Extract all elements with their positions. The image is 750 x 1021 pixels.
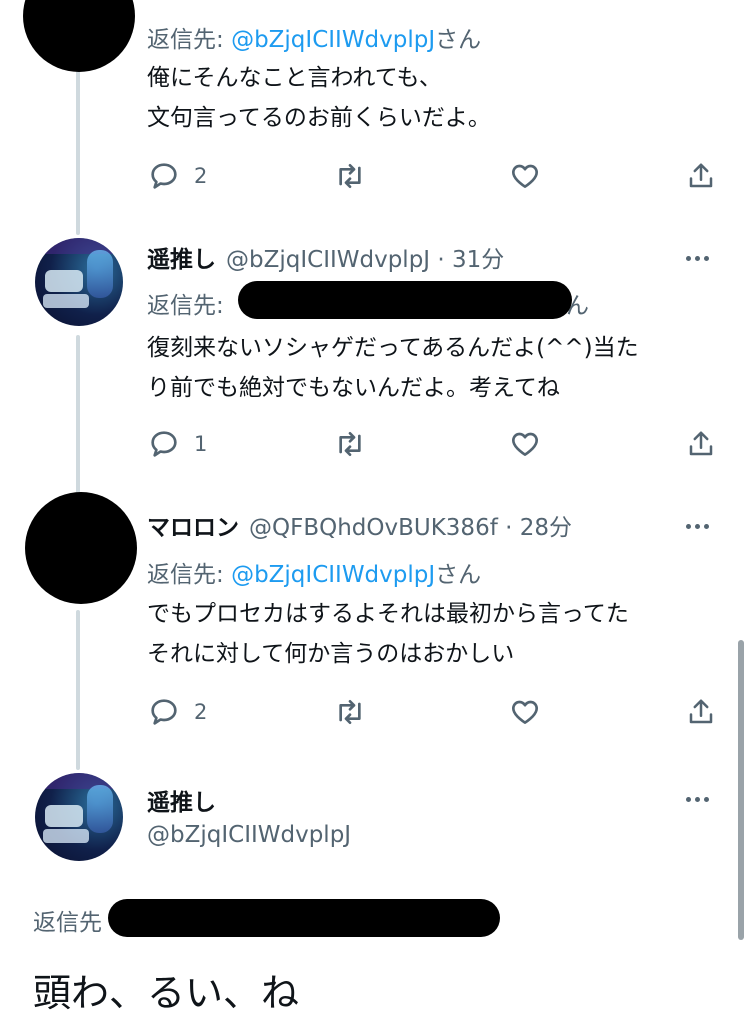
tweet-header: 遥推し @bZjqICIIWdvplpJ · 31分 [147,240,504,274]
retweet-button[interactable] [332,160,368,192]
more-dots-icon[interactable] [686,256,709,261]
share-icon [686,696,716,728]
share-button[interactable] [686,160,716,192]
avatar[interactable] [35,773,123,861]
more-dots-icon[interactable] [686,797,709,802]
handle-time[interactable]: @QFBQhdOvBUK386f · 28分 [249,508,572,542]
tweet-header: マロロン @QFBQhdOvBUK386f · 28分 [147,508,572,542]
reply-mention-link[interactable]: @bZjqICIIWdvplpJ [231,27,435,53]
scrollbar[interactable] [738,640,744,940]
reply-count: 2 [194,700,208,724]
reply-button[interactable]: 2 [148,160,207,192]
heart-icon [509,696,541,728]
display-name[interactable]: マロロン [147,508,239,542]
redaction-bar [238,281,572,319]
retweet-button[interactable] [332,696,368,728]
more-dots-icon[interactable] [686,524,709,529]
reply-to-label: 返信先 [33,910,102,936]
display-name[interactable]: 遥推し [147,240,216,274]
reply-to-label: 返信先: [147,27,224,53]
reply-button[interactable]: 1 [148,428,207,460]
reply-to-label: 返信先: [147,293,224,319]
reply-bubble-icon [148,696,180,728]
reply-count: 2 [194,164,208,188]
share-icon [686,428,716,460]
tweet-text-line: 文句言ってるのお前くらいだよ。 [147,105,491,131]
reply-button[interactable]: 2 [148,696,207,728]
tweet-text: 復刻来ないソシャゲだってあるんだよ(^^)当た り前でも絶対でもないんだよ。考え… [147,328,639,408]
tweet-text: 俺にそんなこと言われても、 文句言ってるのお前くらいだよ。 [147,58,491,138]
retweet-icon [332,428,368,460]
tweet-text-line: 俺にそんなこと言われても、 [147,65,442,91]
thread-line [76,60,80,235]
thread-line [76,610,80,770]
heart-icon [509,160,541,192]
heart-icon [509,428,541,460]
reply-to: 返信先: @bZjqICIIWdvplpJさん [147,20,481,54]
reply-to: 返信先: [147,286,224,320]
retweet-icon [332,696,368,728]
share-icon [686,160,716,192]
handle[interactable]: @bZjqICIIWdvplpJ [147,822,351,848]
like-button[interactable] [509,696,541,728]
retweet-icon [332,160,368,192]
reply-to-label: 返信先: [147,562,224,588]
thread-line [76,335,80,495]
reply-suffix: さん [435,562,482,588]
share-button[interactable] [686,428,716,460]
like-button[interactable] [509,428,541,460]
reply-bubble-icon [148,428,180,460]
tweet-text: でもプロセカはするよそれは最初から言ってた それに対して何か言うのはおかしい [147,594,629,674]
reply-suffix: さん [435,27,482,53]
tweet-text-line: それに対して何か言うのはおかしい [147,641,515,667]
reply-bubble-icon [148,160,180,192]
share-button[interactable] [686,696,716,728]
display-name[interactable]: 遥推し [147,783,216,817]
tweet-text-line: り前でも絶対でもないんだよ。考えてね [147,375,560,401]
handle-time[interactable]: @bZjqICIIWdvplpJ · 31分 [226,240,504,274]
avatar[interactable] [35,238,123,326]
tweet-text: 頭わ、るい、ね [33,971,300,1015]
reply-to: 返信先: @bZjqICIIWdvplpJさん [147,555,481,589]
like-button[interactable] [509,160,541,192]
tweet-text-line: でもプロセカはするよそれは最初から言ってた [147,601,629,627]
tweet-text-line: 復刻来ないソシャゲだってあるんだよ(^^)当た [147,335,639,361]
retweet-button[interactable] [332,428,368,460]
redaction-bar [108,899,500,937]
avatar[interactable] [25,492,137,604]
reply-count: 1 [194,432,208,456]
reply-mention-link[interactable]: @bZjqICIIWdvplpJ [231,562,435,588]
avatar[interactable] [23,0,135,72]
